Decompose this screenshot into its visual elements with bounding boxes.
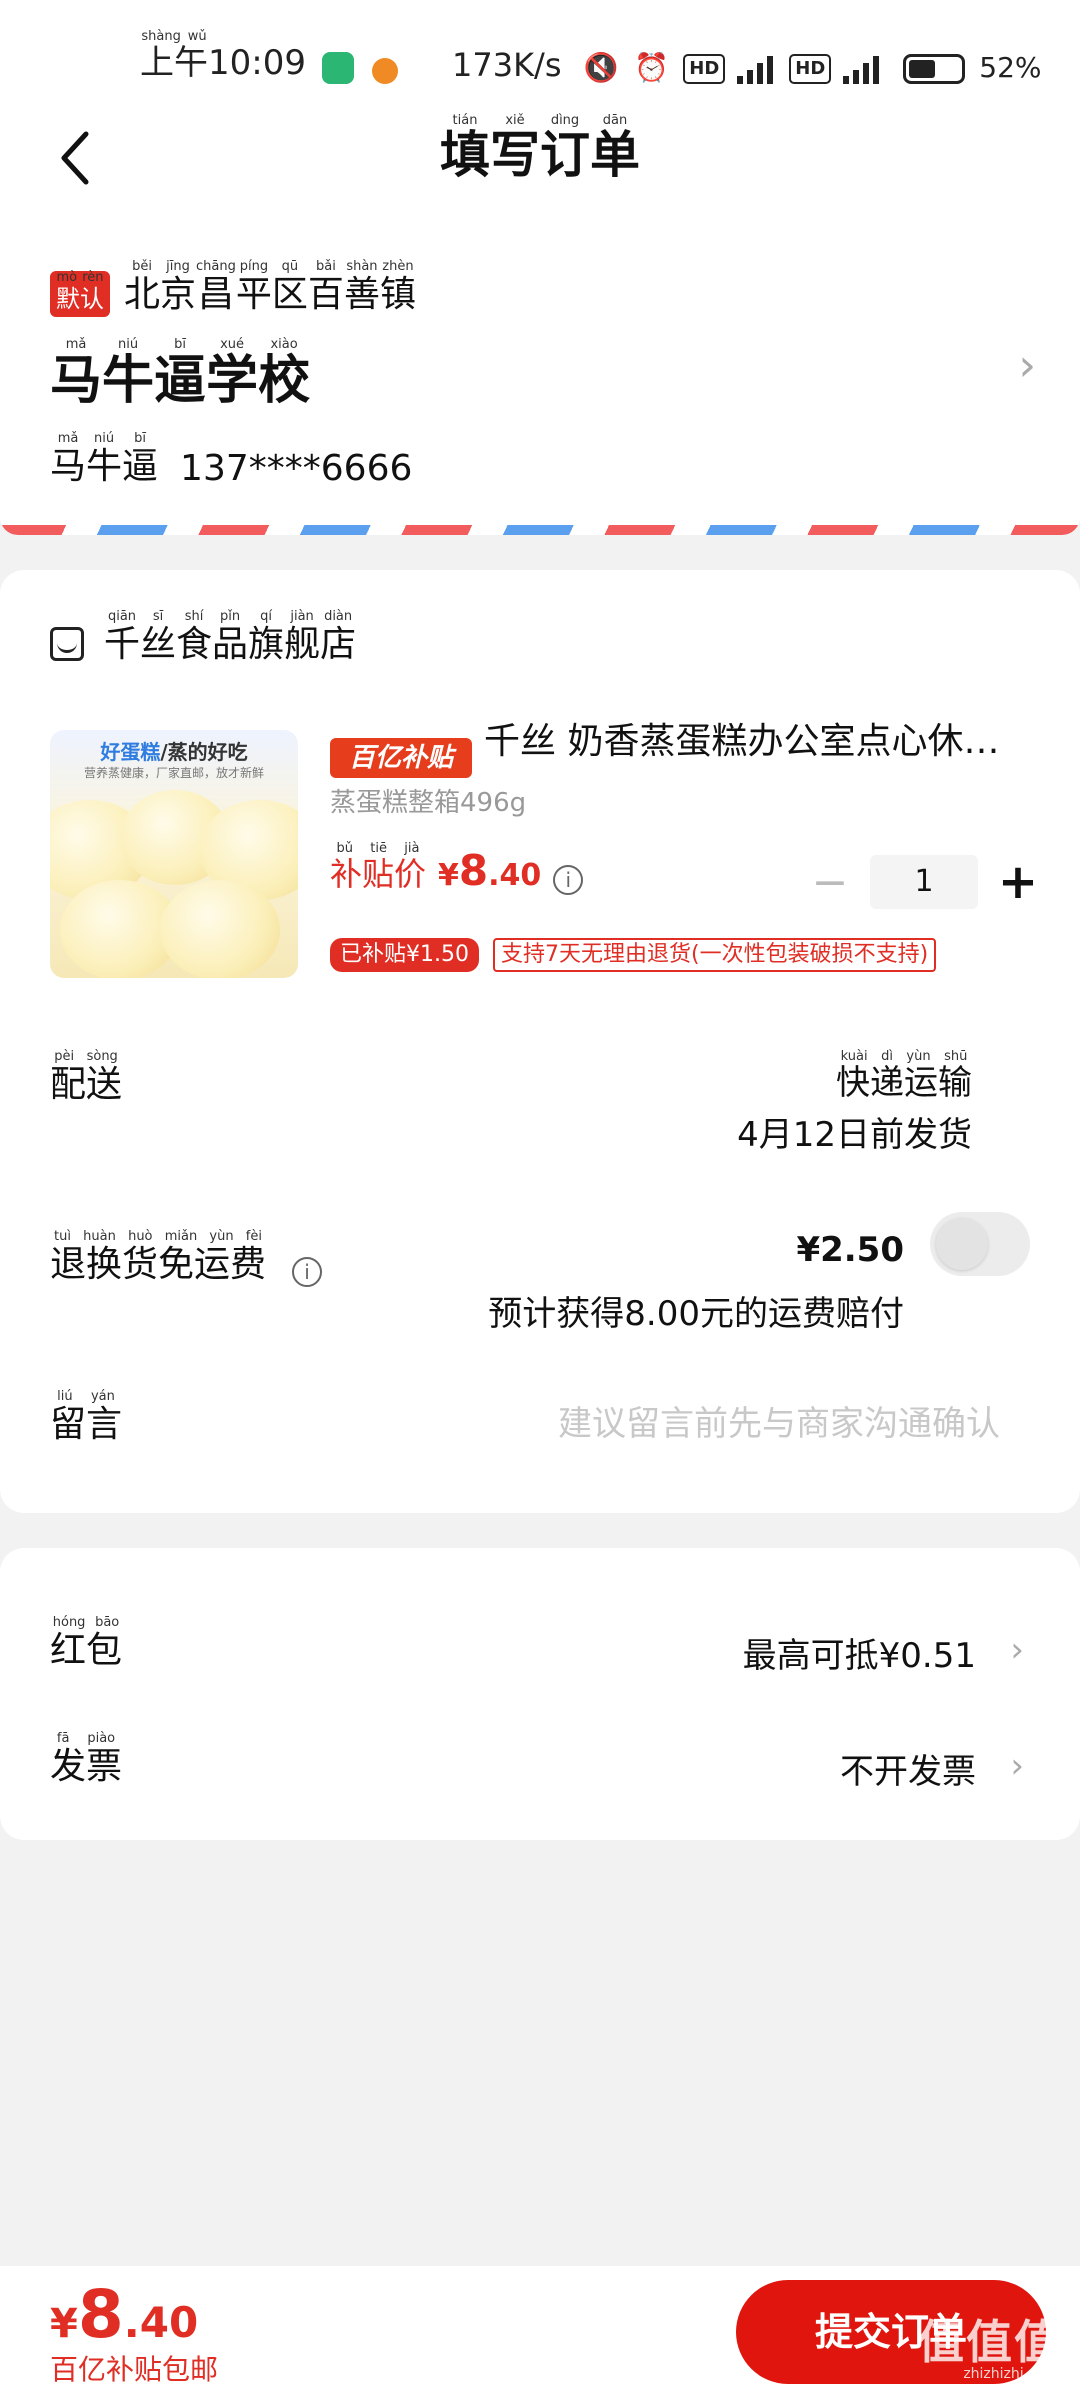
store-icon (50, 627, 84, 661)
ruby-char: 逼bī (154, 337, 207, 411)
order-card: 千qiān丝sī食shí品pǐn旗qí舰jiàn店diàn 好蛋糕/蒸的好吃 营… (0, 570, 1080, 1513)
product-image[interactable]: 好蛋糕/蒸的好吃 营养蒸健康，厂家直邮，放才新鲜 (50, 730, 298, 978)
product-title[interactable]: 千丝 奶香蒸蛋糕办公室点心休… (484, 712, 1024, 764)
chevron-right-icon: › (1010, 1746, 1024, 1786)
red-packet-row[interactable]: 红包hóng bāo 最高可抵¥0.51 › (0, 1608, 1080, 1698)
ruby-char: 昌chāng (196, 259, 236, 315)
ruby-char: 写xiě (490, 113, 540, 184)
ruby-char: 善shàn (343, 259, 380, 315)
ruby-char: 镇zhèn (379, 259, 416, 315)
message-input[interactable]: 建议留言前先与商家沟通确认 (558, 1396, 1000, 1445)
page-title: 填tián写xiě订dìng单dān (0, 113, 1080, 187)
mute-icon: 🔇 (583, 51, 619, 84)
delivery-method: 快递运输kuài dì yùn shū (836, 1049, 972, 1103)
subsidy-badge: 百亿补贴 (330, 738, 472, 778)
chevron-right-icon: › (1018, 340, 1036, 391)
delivery-info: 快递运输kuài dì yùn shū 4月12日前发货 (737, 1049, 972, 1161)
price-row: 补贴价bǔ tiē jià ¥8.40 i (330, 841, 584, 895)
return-policy-tag: 支持7天无理由退货(一次性包装破损不支持) (492, 938, 937, 972)
recipient-phone: 137****6666 (180, 448, 413, 489)
signal-5g-icon (843, 54, 883, 84)
info-icon[interactable]: i (553, 865, 584, 895)
hd-icon-2: HD (789, 54, 832, 84)
chevron-right-icon: › (1010, 1630, 1024, 1670)
page-header: 填tián写xiě订dìng单dān (0, 100, 1080, 220)
watermark: 值值值 (918, 2315, 1062, 2369)
ruby-char: 旗qí (248, 609, 285, 665)
total-note: 百亿补贴包邮 (50, 2353, 219, 2386)
battery-percent: 52% (979, 51, 1042, 84)
red-packet-value: 最高可抵¥0.51 (742, 1636, 976, 1676)
ruby-char: 填tián (440, 113, 490, 184)
quantity-stepper: − 1 + (800, 854, 1048, 910)
total-price: ¥8.40 (50, 2276, 199, 2353)
store-name: 千qiān丝sī食shí品pǐn旗qí舰jiàn店diàn (104, 609, 357, 667)
ruby-char: 逼bī (122, 431, 159, 487)
plus-button[interactable]: + (988, 854, 1048, 910)
ruby-char: 舰jiàn (284, 609, 321, 665)
ruby-char: 丝sī (140, 609, 177, 665)
checkout-bar: ¥8.40 百亿补贴包邮 提交订单 值值值 zhizhizhi.com (0, 2266, 1080, 2400)
status-bar: 上午shàng wǔ10:09 173K/s 🔇 ⏰ HD HD 52% (0, 0, 1080, 100)
ruby-char: 区qū (271, 259, 308, 315)
ruby-char: 百bǎi (307, 259, 344, 315)
product-image-subcaption: 营养蒸健康，厂家直邮，放才新鲜 (83, 766, 264, 780)
hd-icon: HD (683, 54, 726, 84)
invoice-label: 发票fā piào (50, 1731, 123, 1787)
alarm-icon: ⏰ (634, 51, 670, 84)
return-shipping-toggle[interactable] (930, 1212, 1030, 1276)
minus-button[interactable]: − (800, 857, 860, 908)
default-badge: 默认mò rèn (50, 270, 110, 317)
address-region-row: 默认mò rèn 北běi京jīng昌chāng平píng区qū百bǎi善shà… (50, 259, 416, 317)
watermark-url: zhizhizhi.com (963, 2366, 1058, 2382)
battery-icon (903, 54, 966, 84)
ruby-char: 千qiān (104, 609, 141, 665)
price-value: ¥8.40 (438, 846, 542, 895)
ruby-char: 马mǎ (50, 337, 103, 411)
ruby-char: 学xué (206, 337, 259, 411)
store-row[interactable]: 千qiān丝sī食shí品pǐn旗qí舰jiàn店diàn (50, 609, 357, 667)
subsidy-amount-tag: 已补贴¥1.50 (330, 938, 479, 972)
delivery-label: 配送pèi sòng (50, 1049, 123, 1105)
ruby-char: 店diàn (320, 609, 357, 665)
status-time: 上午shàng wǔ10:09 (140, 29, 306, 83)
return-shipping-note: 预计获得8.00元的运费赔付 (488, 1294, 904, 1334)
invoice-row[interactable]: 发票fā piào 不开发票 › (0, 1724, 1080, 1814)
ruby-char: 马mǎ (50, 431, 87, 487)
price-label: 补贴价bǔ tiē jià (330, 841, 427, 893)
invoice-value: 不开发票 (840, 1752, 976, 1792)
ship-date: 4月12日前发货 (737, 1115, 972, 1155)
recipient-name: 马mǎ牛niú逼bī (50, 431, 159, 489)
address-detail: 马mǎ牛niú逼bī学xué校xiào (50, 337, 311, 413)
ruby-char: 品pǐn (212, 609, 249, 665)
address-contact: 马mǎ牛niú逼bī 137****6666 (50, 431, 413, 489)
ruby-char: 京jīng (160, 259, 197, 315)
return-shipping-fee: ¥2.50 (796, 1230, 904, 1270)
options-card: 红包hóng bāo 最高可抵¥0.51 › 发票fā piào 不开发票 › (0, 1548, 1080, 1840)
red-packet-label: 红包hóng bāo (50, 1615, 123, 1671)
app-notification-icon-2 (371, 58, 398, 84)
product-spec[interactable]: 蒸蛋糕整箱496g (330, 782, 526, 819)
address-card[interactable]: 默认mò rèn 北běi京jīng昌chāng平píng区qū百bǎi善shà… (0, 220, 1080, 535)
ruby-char: 北běi (124, 259, 161, 315)
airmail-border (0, 525, 1080, 535)
ruby-char: 牛niú (86, 431, 123, 487)
ruby-char: 牛niú (102, 337, 155, 411)
product-image-caption: 好蛋糕/蒸的好吃 (100, 740, 248, 764)
ruby-char: 单dān (590, 113, 640, 184)
address-region: 北běi京jīng昌chāng平píng区qū百bǎi善shàn镇zhèn (124, 259, 416, 317)
info-icon[interactable]: i (292, 1257, 323, 1287)
ruby-char: 食shí (176, 609, 213, 665)
message-label: 留言liú yán (50, 1389, 123, 1445)
return-shipping-label: 退换货免运费tuì huàn huò miǎn yùn fèi (50, 1229, 267, 1285)
ruby-char: 平píng (235, 259, 272, 315)
product-tags: 已补贴¥1.50 支持7天无理由退货(一次性包装破损不支持) (330, 938, 937, 972)
network-speed: 173K/s (451, 46, 562, 84)
app-notification-icon (321, 52, 354, 84)
ruby-char: 校xiào (258, 337, 311, 411)
quantity-input[interactable]: 1 (870, 855, 978, 909)
ruby-char: 订dìng (540, 113, 590, 184)
return-shipping-row: 退换货免运费tuì huàn huò miǎn yùn fèi i (50, 1229, 323, 1287)
signal-4g-icon (737, 54, 777, 84)
